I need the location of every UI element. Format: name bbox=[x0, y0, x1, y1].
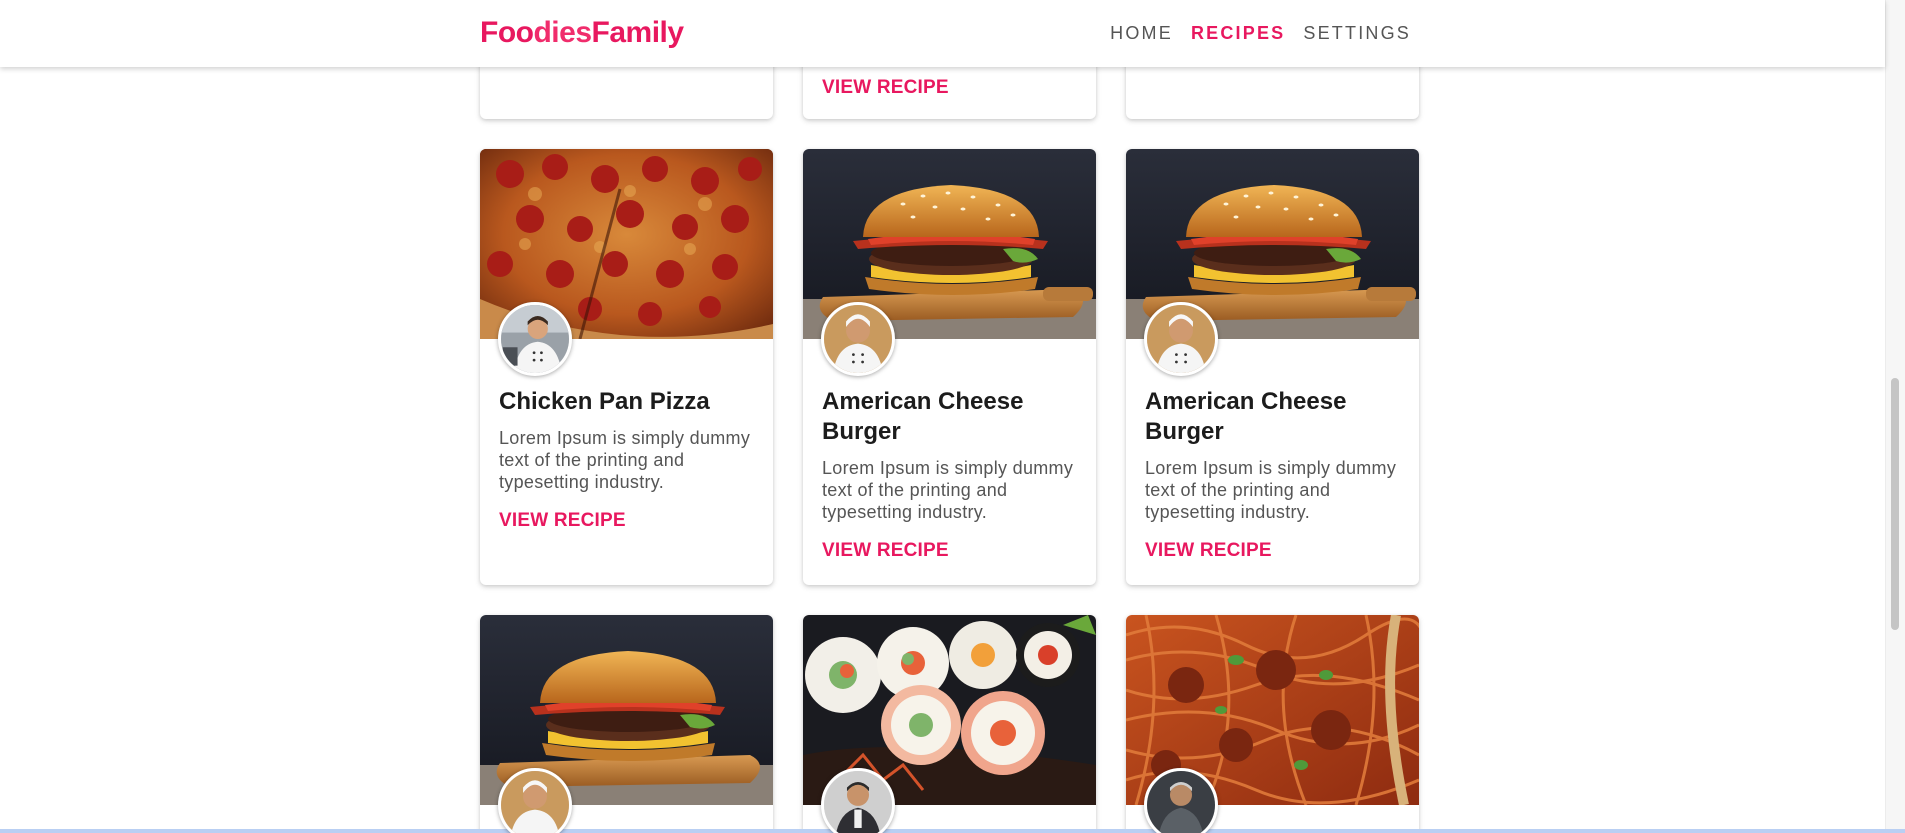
nav-recipes[interactable]: RECIPES bbox=[1182, 21, 1294, 45]
recipe-description: Lorem Ipsum is simply dummy text of the … bbox=[499, 428, 751, 492]
app-header: FoodiesFamily HOME RECIPES SETTINGS bbox=[0, 0, 1885, 67]
chef-avatar bbox=[1144, 302, 1218, 376]
recipe-description: Lorem Ipsum is simply dummy text of the … bbox=[822, 458, 1074, 522]
chef-avatar bbox=[498, 302, 572, 376]
main-nav: HOME RECIPES SETTINGS bbox=[1101, 21, 1420, 45]
recipe-card bbox=[803, 615, 1096, 833]
recipe-title: Chicken Pan Pizza bbox=[499, 388, 710, 415]
recipe-card bbox=[480, 615, 773, 833]
recipe-image-burger bbox=[480, 615, 773, 833]
recipe-image-spaghetti bbox=[1126, 615, 1419, 833]
recipe-card: American Cheese Burger Lorem Ipsum is si… bbox=[803, 149, 1096, 585]
recipe-description: Lorem Ipsum is simply dummy text of the … bbox=[1145, 458, 1397, 522]
recipe-title: American Cheese Burger bbox=[1145, 388, 1347, 445]
recipe-image-sushi bbox=[803, 615, 1096, 833]
recipe-image-burger bbox=[803, 149, 1096, 376]
brand-prefix: Foo bbox=[480, 16, 534, 49]
recipe-card bbox=[1126, 615, 1419, 833]
recipe-image-burger bbox=[1126, 149, 1419, 376]
viewport-bottom-edge bbox=[0, 829, 1905, 833]
chef-avatar bbox=[1144, 768, 1218, 833]
view-recipe-link[interactable]: VIEW RECIPE bbox=[822, 77, 949, 99]
chef-avatar bbox=[821, 768, 895, 833]
recipe-card: Chicken Pan Pizza Lorem Ipsum is simply … bbox=[480, 149, 773, 585]
nav-home[interactable]: HOME bbox=[1101, 21, 1182, 45]
brand-middle: dies bbox=[533, 16, 592, 49]
view-recipe-link[interactable]: VIEW RECIPE bbox=[1145, 540, 1272, 562]
nav-settings[interactable]: SETTINGS bbox=[1294, 21, 1420, 45]
brand-suffix: Family bbox=[591, 16, 685, 49]
view-recipe-link[interactable]: VIEW RECIPE bbox=[499, 510, 626, 532]
page-scrollbar[interactable] bbox=[1885, 0, 1905, 833]
chef-avatar bbox=[498, 768, 572, 833]
brand-logo[interactable]: FoodiesFamily bbox=[480, 14, 684, 52]
recipe-card: American Cheese Burger Lorem Ipsum is si… bbox=[1126, 149, 1419, 585]
recipe-title: American Cheese Burger bbox=[822, 388, 1024, 445]
view-recipe-link[interactable]: VIEW RECIPE bbox=[822, 540, 949, 562]
chef-avatar bbox=[821, 302, 895, 376]
scrollbar-thumb[interactable] bbox=[1891, 378, 1899, 630]
recipe-image-pizza bbox=[480, 149, 773, 376]
